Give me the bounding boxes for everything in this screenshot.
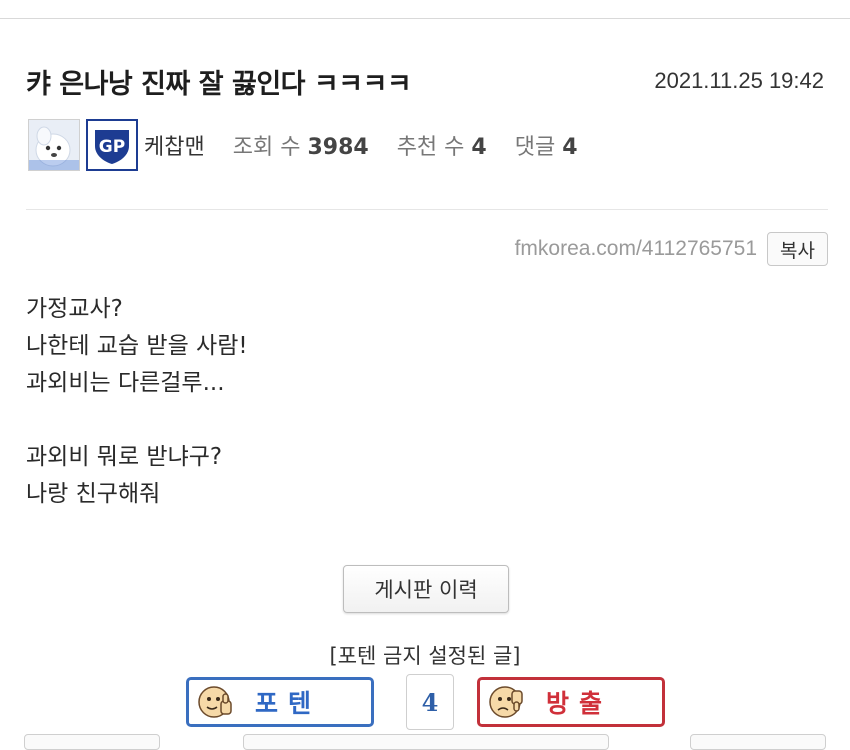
vote-count: 4 xyxy=(406,674,454,730)
no-poten-notice: [포텐 금지 설정된 글] xyxy=(329,644,521,668)
post-date: 2021.11.25 19:42 xyxy=(654,68,824,93)
body-line: 과외비는 다른걸루... xyxy=(26,370,225,396)
copy-url-button[interactable]: 복사 xyxy=(767,232,828,266)
downvote-button[interactable]: 방출 xyxy=(477,677,665,727)
upvote-label: 포텐 xyxy=(255,689,322,718)
view-count: 조회 수 3984 xyxy=(233,129,369,161)
post-url[interactable]: fmkorea.com/4112765751 xyxy=(515,237,757,261)
body-line: 나한테 교습 받을 사람! xyxy=(26,333,248,359)
board-history-button[interactable]: 게시판 이력 xyxy=(343,565,509,613)
white-dog-avatar-icon[interactable] xyxy=(28,119,80,171)
thumbs-down-face-icon xyxy=(489,686,523,718)
body-line xyxy=(26,402,248,439)
view-count-value: 3984 xyxy=(307,135,369,160)
thumbs-up-face-icon xyxy=(198,686,232,718)
gp-team-badge-icon: GP xyxy=(86,119,138,171)
top-divider xyxy=(0,18,850,19)
body-line: 과외비 뭐로 받냐구? xyxy=(26,444,223,470)
post-title: 캬 은나낭 진짜 잘 끓인다 ㅋㅋㅋㅋ xyxy=(26,69,412,100)
upvote-button[interactable]: 포텐 xyxy=(186,677,374,727)
svg-text:GP: GP xyxy=(99,137,125,157)
recommend-count: 추천 수 4 xyxy=(397,129,487,161)
post-url-row: fmkorea.com/4112765751 복사 xyxy=(515,232,828,266)
recommend-count-value: 4 xyxy=(471,135,487,160)
view-count-label: 조회 수 xyxy=(232,135,301,160)
author-name[interactable]: 케찹맨 xyxy=(144,129,205,161)
recommend-count-label: 추천 수 xyxy=(396,135,465,160)
comment-count-value: 4 xyxy=(562,135,578,160)
comment-count-label: 댓글 xyxy=(514,135,556,160)
bottom-button-stub[interactable] xyxy=(243,734,609,750)
bottom-button-stub[interactable] xyxy=(24,734,160,750)
downvote-label: 방출 xyxy=(546,689,613,718)
post-meta: GP 케찹맨 조회 수 3984 추천 수 4 댓글 4 xyxy=(28,118,578,172)
post-body: 가정교사? 나한테 교습 받을 사람! 과외비는 다른걸루... 과외비 뭐로 … xyxy=(26,291,248,513)
body-line: 가정교사? xyxy=(26,296,123,322)
meta-divider xyxy=(26,209,828,210)
body-line: 나랑 친구해줘 xyxy=(26,481,161,507)
bottom-button-stub[interactable] xyxy=(690,734,826,750)
comment-count[interactable]: 댓글 4 xyxy=(515,129,578,161)
